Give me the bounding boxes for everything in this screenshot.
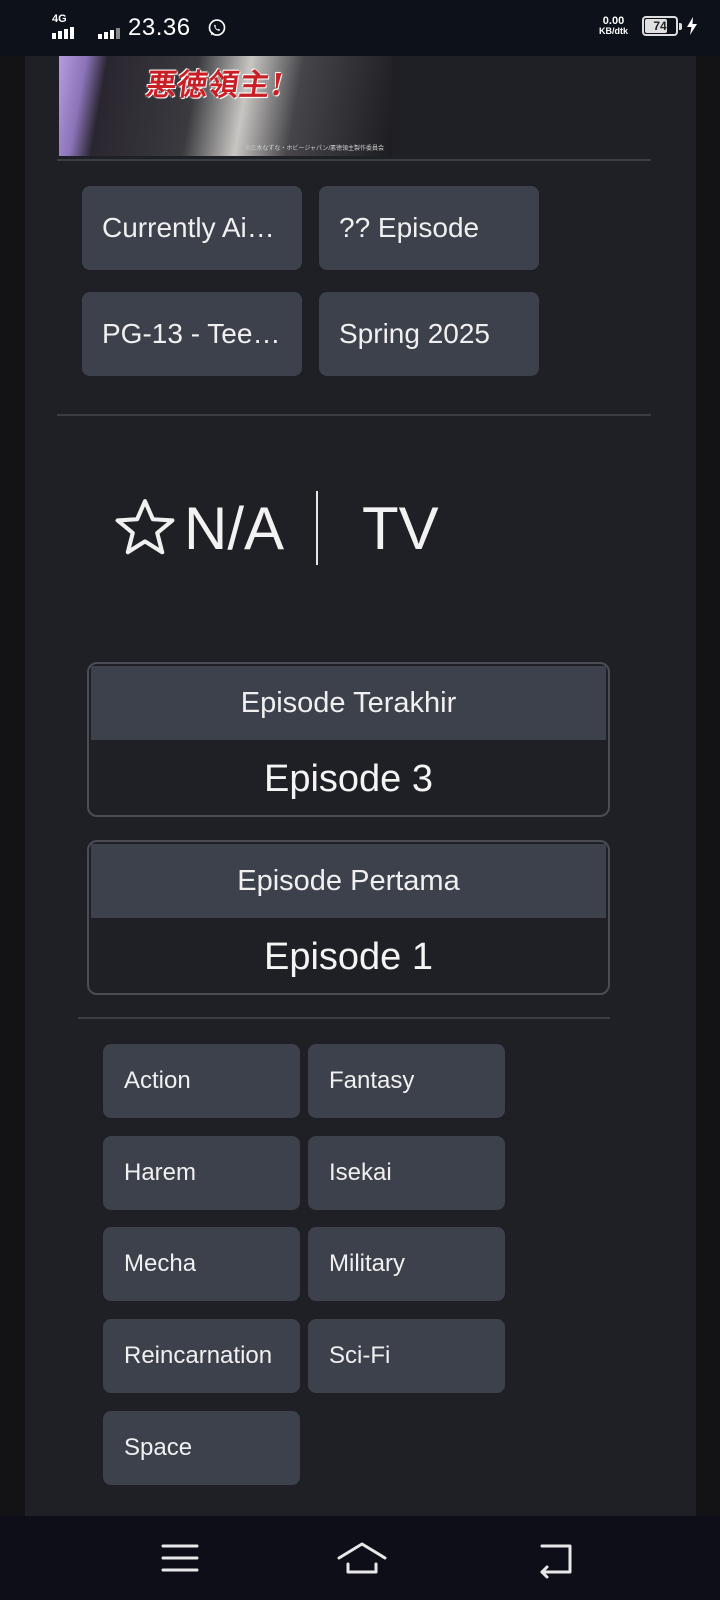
genre-label: Action	[124, 1067, 191, 1094]
genre-label: Space	[124, 1434, 193, 1461]
genre-tag[interactable]: Mecha	[103, 1227, 300, 1301]
rating-label: PG-13 - Teens 13 or older	[102, 318, 282, 349]
status-right: 0.00 KB/dtk 74	[599, 16, 698, 36]
genre-label: Mecha	[124, 1250, 197, 1277]
status-tag-label: Currently Airing	[102, 212, 282, 243]
genre-label: Military	[329, 1250, 405, 1277]
media-type: TV	[362, 494, 439, 562]
genre-tag[interactable]: Military	[308, 1227, 505, 1301]
latest-episode-header: Episode Terakhir	[91, 666, 606, 740]
signal-icon	[98, 15, 124, 41]
battery-icon: 74	[642, 16, 682, 36]
genre-tag[interactable]: Space	[103, 1411, 300, 1485]
genre-label: Sci-Fi	[329, 1342, 391, 1369]
genre-tag[interactable]: Sci-Fi	[308, 1319, 505, 1393]
first-episode-header: Episode Pertama	[91, 844, 606, 918]
status-left: 4G 23.36	[52, 13, 227, 42]
episode-count-label: ?? Episode	[339, 212, 480, 243]
cover-image: 悪徳領主! ©三木なずな・ホビージャパン/悪徳領主製作委員会	[59, 56, 392, 156]
latest-episode-value: Episode 3	[263, 757, 433, 800]
genre-tag[interactable]: Action	[103, 1044, 300, 1118]
charging-bolt-icon	[687, 17, 697, 35]
cover-credit: ©三木なずな・ホビージャパン/悪徳領主製作委員会	[246, 146, 384, 152]
genre-tag[interactable]: Fantasy	[308, 1044, 505, 1118]
genre-tag[interactable]: Isekai	[308, 1136, 505, 1210]
home-icon[interactable]	[336, 1536, 388, 1580]
divider	[57, 414, 651, 416]
score-value: N/A	[184, 494, 285, 562]
genre-tag[interactable]: Harem	[103, 1136, 300, 1210]
episode-count-tag: ?? Episode	[319, 186, 539, 270]
whatsapp-icon	[208, 19, 225, 36]
rating-tag: PG-13 - Teens 13 or older	[82, 292, 302, 376]
network-label: 4G	[52, 13, 67, 25]
divider	[57, 159, 651, 161]
divider	[78, 1017, 610, 1019]
system-nav-bar	[0, 1516, 720, 1600]
latest-episode-card[interactable]: Episode Terakhir Episode 3	[87, 662, 610, 817]
score-separator	[316, 491, 319, 565]
genre-label: Harem	[124, 1159, 197, 1186]
star-outline-icon	[115, 499, 175, 555]
genre-tag[interactable]: Reincarnation	[103, 1319, 300, 1393]
speed-unit: KB/dtk	[599, 26, 628, 36]
status-bar: 4G 23.36 0.00 KB/dtk 74	[0, 0, 720, 56]
score-row: N/A TV	[110, 488, 439, 568]
genre-label: Reincarnation	[124, 1342, 273, 1369]
first-episode-value: Episode 1	[263, 935, 433, 978]
battery-percent: 74	[653, 19, 667, 33]
genre-label: Fantasy	[329, 1067, 415, 1094]
network-speed: 0.00 KB/dtk	[599, 15, 628, 37]
clock: 23.36	[128, 14, 191, 41]
signal-4g-icon: 4G	[52, 13, 86, 41]
anime-detail-page: 悪徳領主! ©三木なずな・ホビージャパン/悪徳領主製作委員会 Currently…	[25, 56, 696, 1516]
first-episode-card[interactable]: Episode Pertama Episode 1	[87, 840, 610, 995]
back-icon[interactable]	[534, 1536, 578, 1580]
cover-title-art: 悪徳領主!	[144, 68, 288, 103]
status-tag: Currently Airing	[82, 186, 302, 270]
speed-value: 0.00	[602, 15, 625, 27]
season-label: Spring 2025	[339, 318, 491, 349]
season-tag: Spring 2025	[319, 292, 539, 376]
menu-icon[interactable]	[158, 1536, 202, 1580]
genre-label: Isekai	[329, 1159, 392, 1186]
